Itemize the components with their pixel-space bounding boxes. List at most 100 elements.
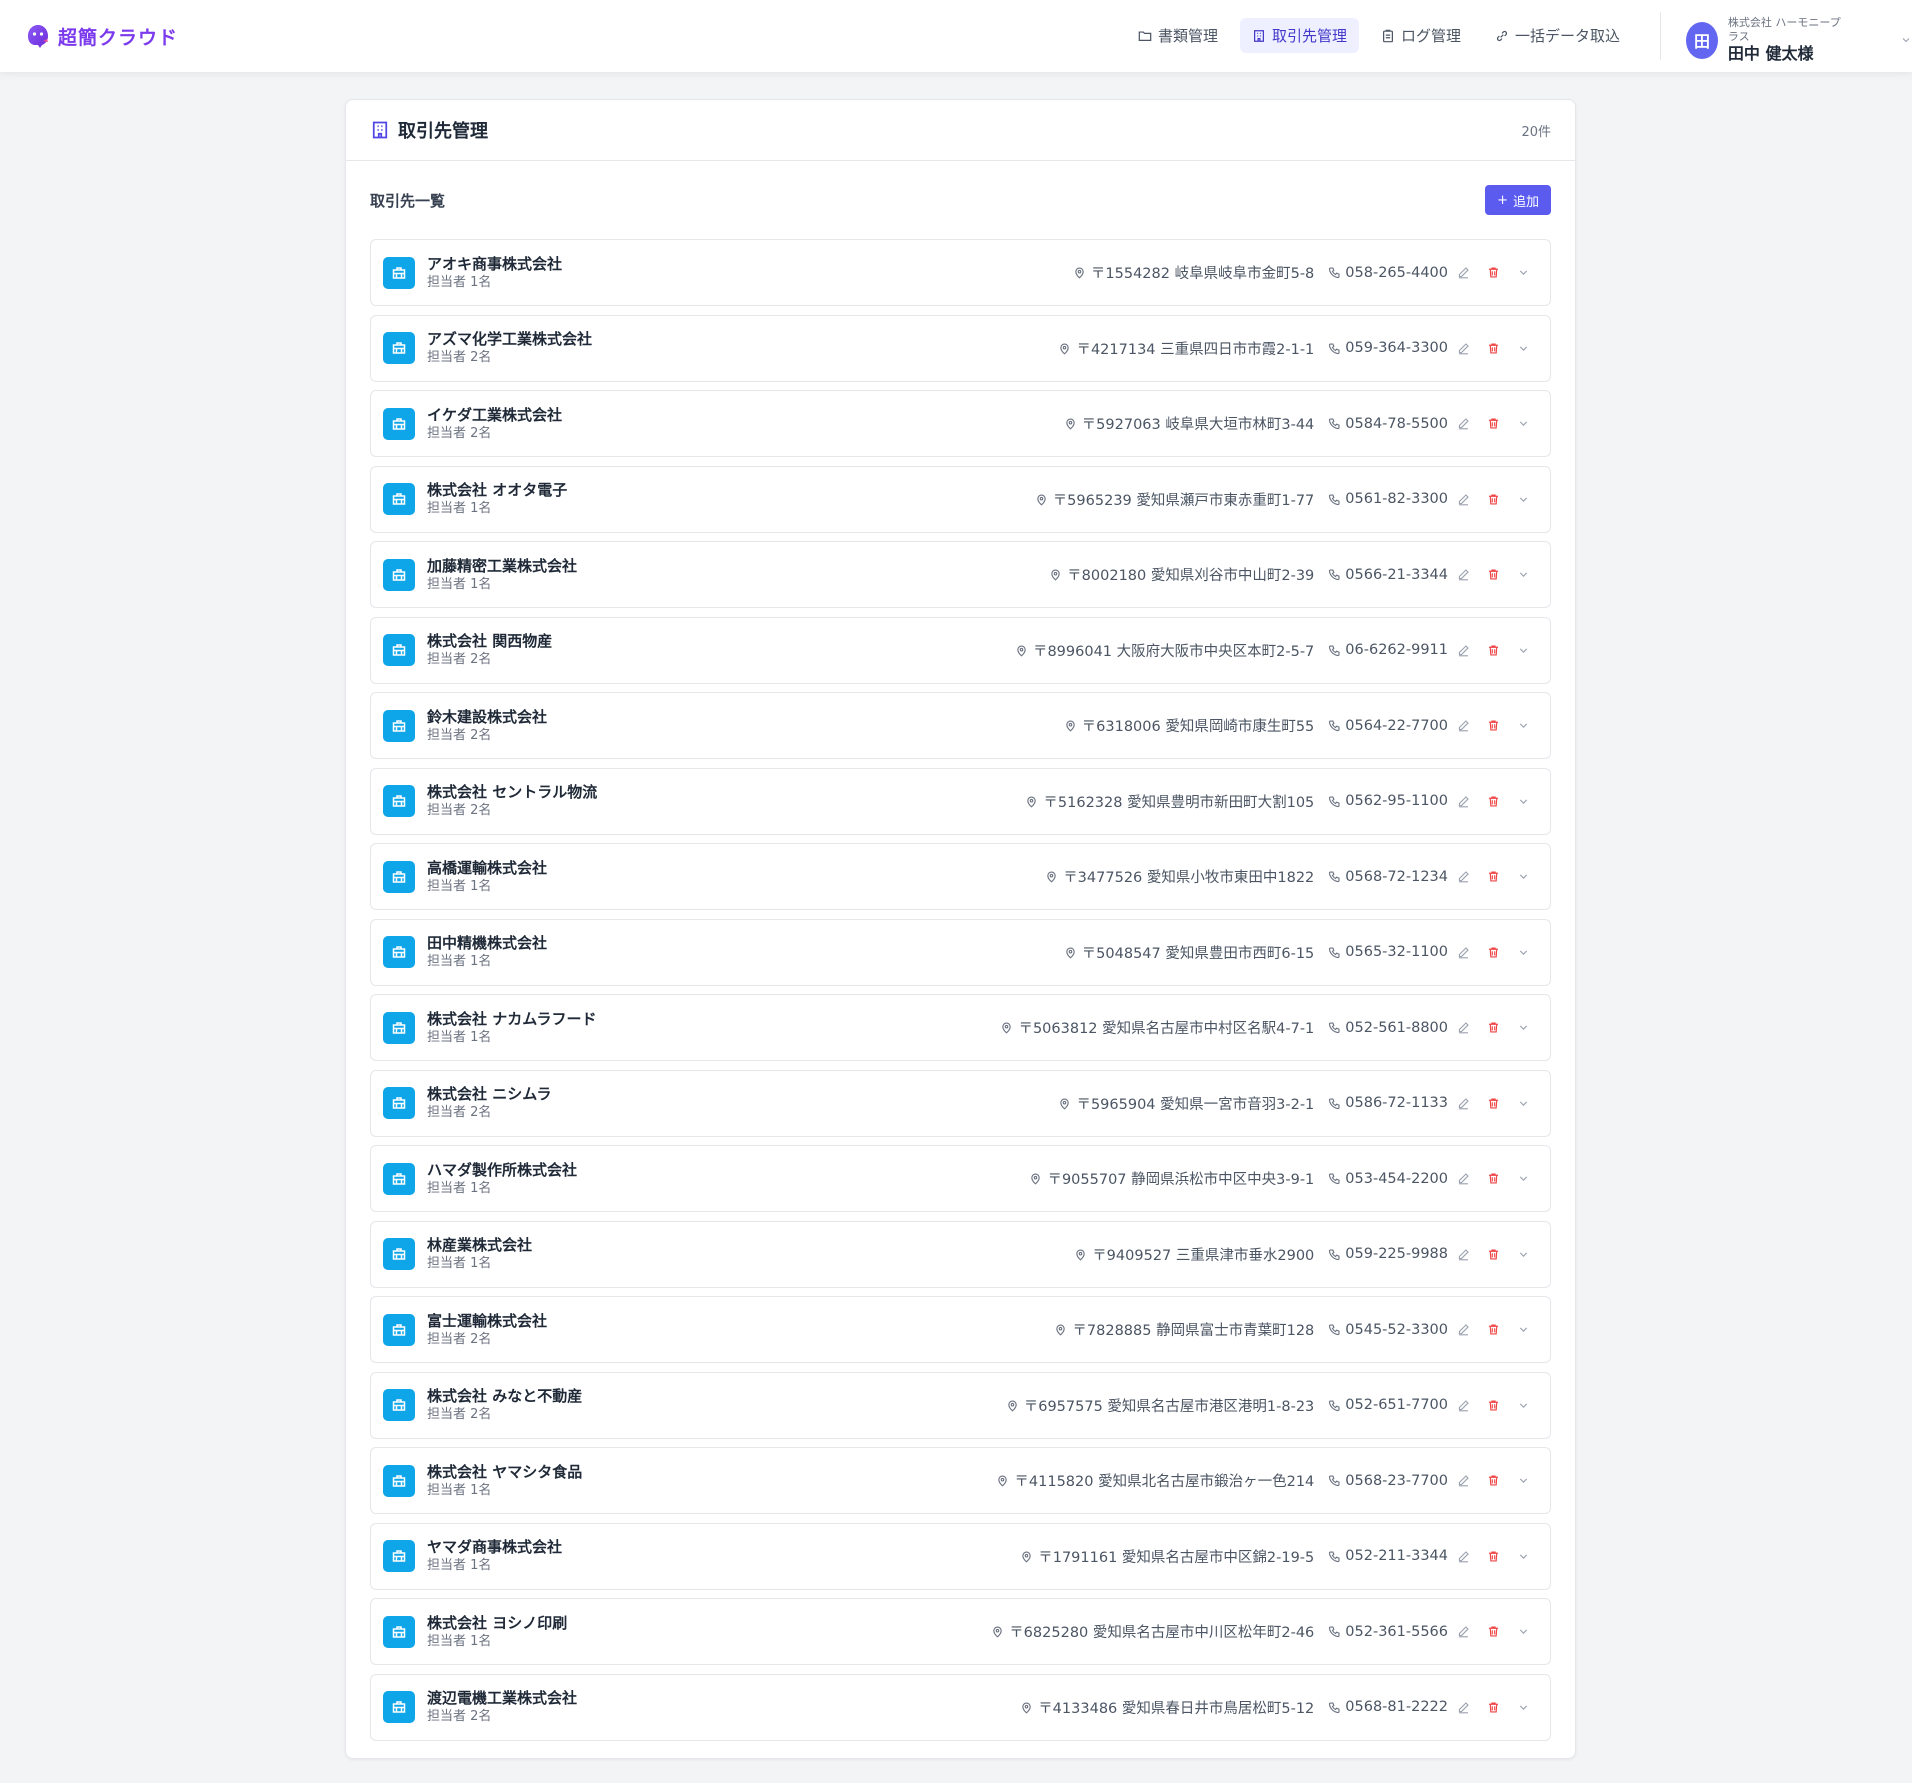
- map-pin-icon: [1076, 1248, 1085, 1261]
- expand-button[interactable]: [1508, 711, 1538, 741]
- edit-button[interactable]: [1448, 409, 1478, 439]
- client-row[interactable]: 株式会社 みなと不動産 担当者 2名 〒6957575 愛知県名古屋市港区港明1…: [370, 1371, 1551, 1439]
- expand-button[interactable]: [1508, 1692, 1538, 1722]
- edit-button[interactable]: [1448, 786, 1478, 816]
- phone-icon: [1329, 1626, 1340, 1638]
- expand-button[interactable]: [1508, 1617, 1538, 1647]
- edit-button[interactable]: [1448, 1013, 1478, 1043]
- client-row[interactable]: 株式会社 ヤマシタ食品 担当者 1名 〒4115820 愛知県北名古屋市鍛治ヶ一…: [370, 1447, 1551, 1514]
- delete-button[interactable]: [1478, 1013, 1508, 1043]
- expand-button[interactable]: [1508, 786, 1538, 816]
- user-menu[interactable]: 田 株式会社 ハーモニープラス 田中 健太様: [1686, 16, 1912, 64]
- edit-button[interactable]: [1448, 333, 1478, 363]
- delete-button[interactable]: [1478, 635, 1508, 665]
- edit-button[interactable]: [1448, 1617, 1478, 1647]
- client-row[interactable]: 田中精機株式会社 担当者 1名 〒5048547 愛知県豊田市西町6-15 05…: [370, 918, 1551, 986]
- edit-button[interactable]: [1448, 711, 1478, 741]
- expand-button[interactable]: [1508, 333, 1538, 363]
- expand-button[interactable]: [1508, 1013, 1538, 1043]
- client-row[interactable]: 株式会社 関西物産 担当者 2名 〒8996041 大阪府大阪市中央区本町2-5…: [370, 616, 1551, 684]
- edit-button[interactable]: [1448, 1390, 1478, 1420]
- trash-icon: [1488, 1701, 1498, 1713]
- expand-button[interactable]: [1508, 1541, 1538, 1571]
- edit-button[interactable]: [1448, 862, 1478, 892]
- delete-button[interactable]: [1478, 258, 1508, 288]
- edit-button[interactable]: [1448, 258, 1478, 288]
- client-row[interactable]: 鈴木建設株式会社 担当者 2名 〒6318006 愛知県岡崎市康生町55 056…: [370, 692, 1551, 759]
- client-row[interactable]: 株式会社 オオタ電子 担当者 1名 〒5965239 愛知県瀬戸市東赤重町1-7…: [370, 465, 1551, 533]
- chevron-down-icon: [1519, 1025, 1527, 1030]
- nav-documents[interactable]: 書類管理: [1126, 18, 1230, 53]
- edit-button[interactable]: [1448, 635, 1478, 665]
- edit-button[interactable]: [1448, 1315, 1478, 1345]
- client-row[interactable]: 林産業株式会社 担当者 1名 〒9409527 三重県津市垂水2900 059-…: [370, 1220, 1551, 1288]
- delete-button[interactable]: [1478, 711, 1508, 741]
- nav-clients[interactable]: 取引先管理: [1239, 18, 1359, 53]
- nav-divider: [1660, 12, 1661, 60]
- delete-button[interactable]: [1478, 1541, 1508, 1571]
- client-row[interactable]: 富士運輸株式会社 担当者 2名 〒7828885 静岡県富士市青葉町128 05…: [370, 1296, 1551, 1363]
- client-row[interactable]: 株式会社 セントラル物流 担当者 2名 〒5162328 愛知県豊明市新田町大割…: [370, 767, 1551, 835]
- delete-button[interactable]: [1478, 409, 1508, 439]
- expand-button[interactable]: [1508, 862, 1538, 892]
- add-client-button[interactable]: + 追加: [1485, 185, 1551, 215]
- client-name: 高橋運輸株式会社: [427, 858, 548, 877]
- client-row[interactable]: 株式会社 ナカムラフード 担当者 1名 〒5063812 愛知県名古屋市中村区名…: [370, 994, 1551, 1061]
- edit-button[interactable]: [1448, 560, 1478, 590]
- phone-icon: [1329, 1324, 1340, 1336]
- client-row[interactable]: 株式会社 ヨシノ印刷 担当者 1名 〒6825280 愛知県名古屋市中川区松年町…: [370, 1598, 1551, 1665]
- expand-button[interactable]: [1508, 409, 1538, 439]
- expand-button[interactable]: [1508, 560, 1538, 590]
- delete-button[interactable]: [1478, 1315, 1508, 1345]
- edit-button[interactable]: [1448, 1088, 1478, 1118]
- map-pin-icon: [1031, 1173, 1041, 1185]
- expand-button[interactable]: [1508, 1239, 1538, 1269]
- expand-button[interactable]: [1508, 937, 1538, 967]
- edit-button[interactable]: [1448, 1239, 1478, 1269]
- edit-button[interactable]: [1448, 1541, 1478, 1571]
- client-row[interactable]: ヤマダ商事株式会社 担当者 1名 〒1791161 愛知県名古屋市中区錦2-19…: [370, 1522, 1551, 1590]
- client-row[interactable]: 渡辺電機工業株式会社 担当者 2名 〒4133486 愛知県春日井市鳥居松町5-…: [370, 1673, 1551, 1741]
- delete-button[interactable]: [1478, 1466, 1508, 1496]
- map-pin-icon: [998, 1475, 1008, 1487]
- edit-button[interactable]: [1448, 1164, 1478, 1194]
- delete-button[interactable]: [1478, 1390, 1508, 1420]
- edit-button[interactable]: [1448, 1692, 1478, 1722]
- delete-button[interactable]: [1478, 937, 1508, 967]
- client-name: 株式会社 ナカムラフード: [427, 1009, 597, 1028]
- nav-logs[interactable]: ログ管理: [1369, 18, 1473, 53]
- client-row[interactable]: 株式会社 ニシムラ 担当者 2名 〒5965904 愛知県一宮市音羽3-2-1 …: [370, 1069, 1551, 1137]
- delete-button[interactable]: [1478, 1617, 1508, 1647]
- expand-button[interactable]: [1508, 1390, 1538, 1420]
- edit-button[interactable]: [1448, 1466, 1478, 1496]
- edit-button[interactable]: [1448, 484, 1478, 514]
- delete-button[interactable]: [1478, 560, 1508, 590]
- expand-button[interactable]: [1508, 635, 1538, 665]
- pencil-icon: [1458, 267, 1469, 279]
- expand-button[interactable]: [1508, 1466, 1538, 1496]
- expand-button[interactable]: [1508, 1315, 1538, 1345]
- client-row[interactable]: ハマダ製作所株式会社 担当者 1名 〒9055707 静岡県浜松市中区中央3-9…: [370, 1145, 1551, 1212]
- client-row[interactable]: 加藤精密工業株式会社 担当者 1名 〒8002180 愛知県刈谷市中山町2-39…: [370, 541, 1551, 608]
- expand-button[interactable]: [1508, 258, 1538, 288]
- delete-button[interactable]: [1478, 333, 1508, 363]
- delete-button[interactable]: [1478, 786, 1508, 816]
- expand-button[interactable]: [1508, 1164, 1538, 1194]
- delete-button[interactable]: [1478, 1692, 1508, 1722]
- client-row[interactable]: イケダ工業株式会社 担当者 2名 〒5927063 岐阜県大垣市林町3-44 0…: [370, 390, 1551, 457]
- delete-button[interactable]: [1478, 862, 1508, 892]
- pencil-icon: [1458, 1475, 1469, 1487]
- delete-button[interactable]: [1478, 1164, 1508, 1194]
- client-row[interactable]: アズマ化学工業株式会社 担当者 2名 〒4217134 三重県四日市市霞2-1-…: [370, 314, 1551, 382]
- expand-button[interactable]: [1508, 484, 1538, 514]
- app-logo[interactable]: 超簡クラウド: [24, 22, 178, 50]
- delete-button[interactable]: [1478, 1088, 1508, 1118]
- nav-import[interactable]: 一括データ取込: [1483, 18, 1632, 53]
- edit-button[interactable]: [1448, 937, 1478, 967]
- delete-button[interactable]: [1478, 1239, 1508, 1269]
- delete-button[interactable]: [1478, 484, 1508, 514]
- client-row[interactable]: アオキ商事株式会社 担当者 1名 〒1554282 岐阜県岐阜市金町5-8 05…: [370, 239, 1551, 306]
- client-row[interactable]: 高橋運輸株式会社 担当者 1名 〒3477526 愛知県小牧市東田中1822 0…: [370, 843, 1551, 910]
- phone-icon: [1329, 342, 1340, 354]
- expand-button[interactable]: [1508, 1088, 1538, 1118]
